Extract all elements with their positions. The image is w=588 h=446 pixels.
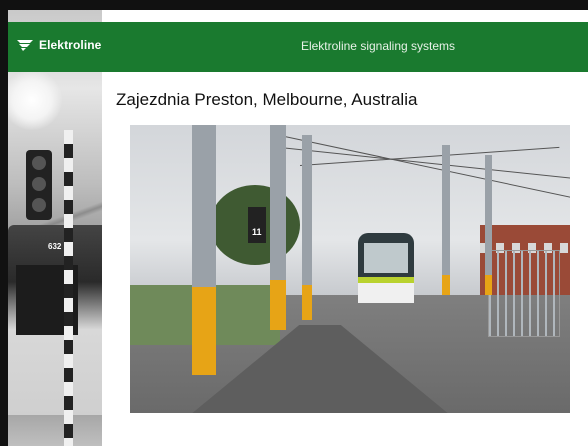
catenary-pole	[192, 125, 216, 375]
tram-number: 632	[48, 242, 62, 251]
signal-number: 11	[252, 227, 262, 237]
header-title: Elektroline signaling systems	[300, 39, 456, 53]
catenary-pole	[302, 135, 312, 320]
overhead-wire	[279, 135, 570, 199]
catenary-pole	[442, 145, 450, 295]
tram	[358, 233, 414, 303]
left-decorative-photo: 632	[8, 10, 102, 446]
presentation-slide: 632 Elektroline Elektroline signaling sy…	[8, 10, 588, 446]
header-bar: Elektroline Elektroline signaling system…	[8, 22, 588, 72]
catenary-pole	[270, 125, 286, 330]
elektroline-logo-icon	[17, 40, 33, 51]
brand-logo: Elektroline	[16, 38, 101, 52]
depot-photo: 11	[130, 125, 570, 413]
striped-pole	[64, 130, 73, 446]
slide-subtitle: Zajezdnia Preston, Melbourne, Australia	[116, 90, 418, 109]
depot-gate	[488, 250, 560, 337]
catenary-pole	[485, 155, 492, 295]
tram-signal-icon: 11	[248, 207, 266, 243]
traffic-signal-icon	[26, 150, 52, 220]
brand-name: Elektroline	[39, 38, 102, 52]
